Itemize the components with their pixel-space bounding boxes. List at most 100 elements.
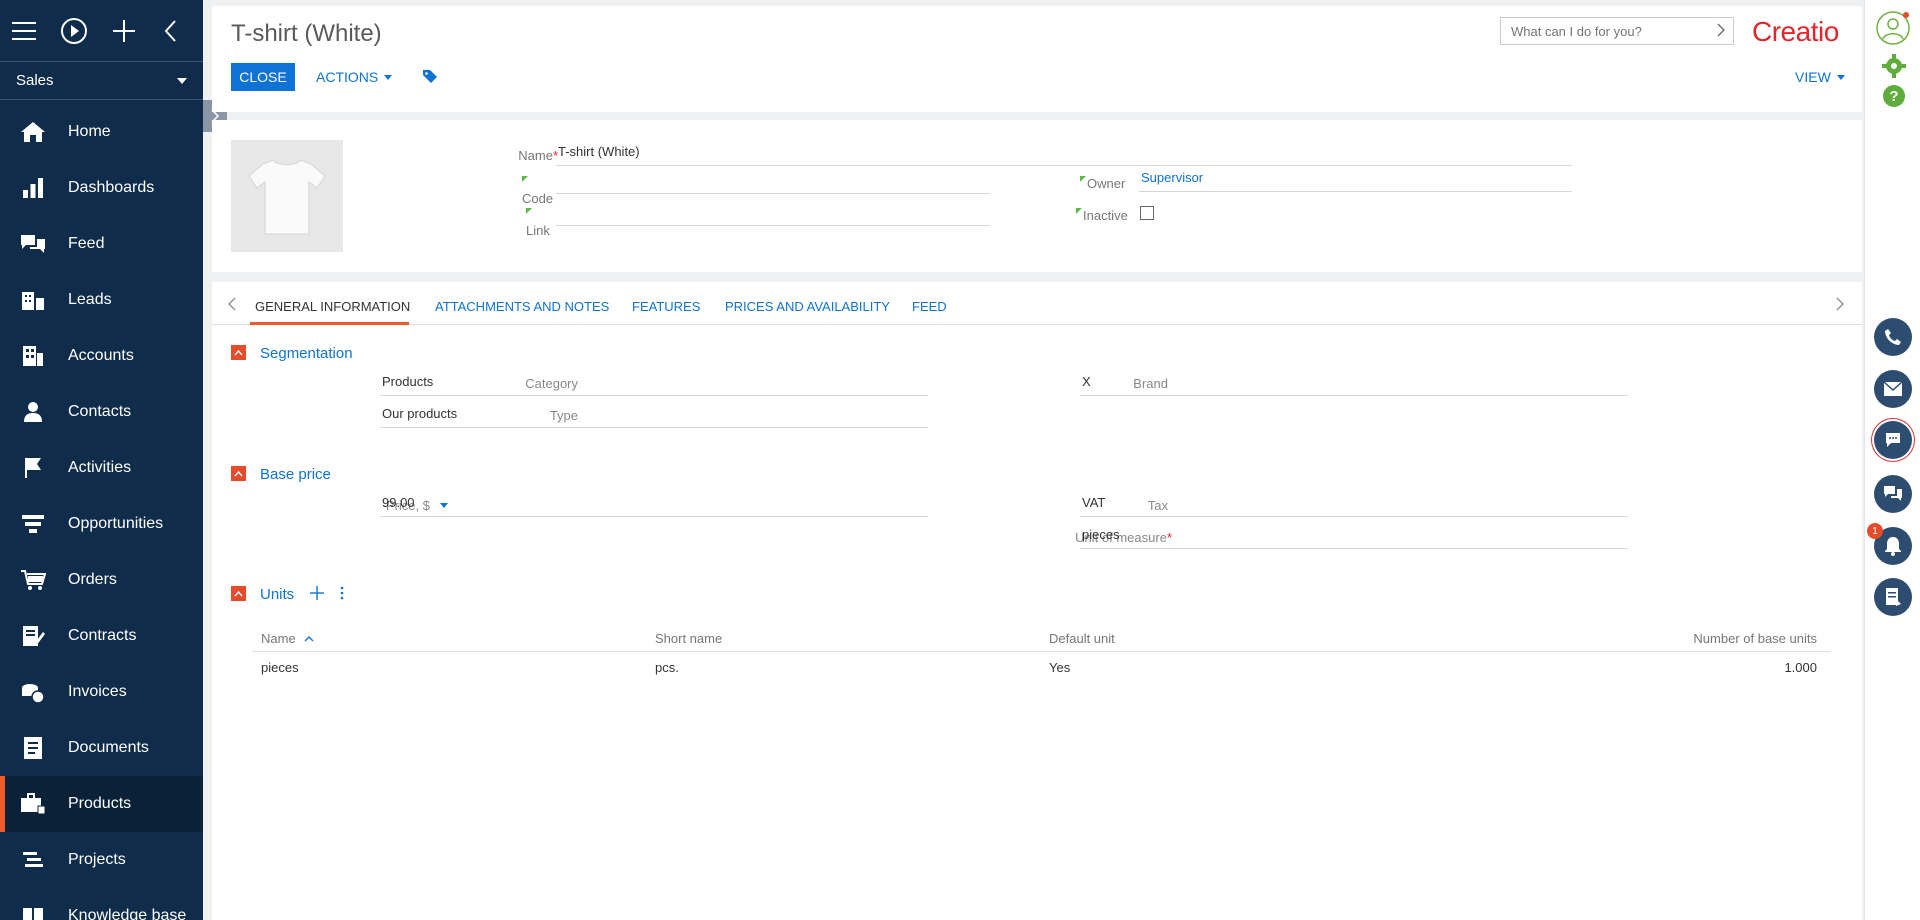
- nav-label-products: Products: [68, 795, 132, 812]
- units-more-button[interactable]: [340, 586, 344, 603]
- nav-item-documents[interactable]: Documents: [0, 720, 203, 776]
- tab-prices-and-availability[interactable]: PRICES AND AVAILABILITY: [725, 299, 890, 314]
- knowledge-base-icon: [20, 903, 46, 920]
- chevron-up-icon: [234, 349, 243, 355]
- email-button[interactable]: [1874, 370, 1912, 408]
- table-header-divider: [252, 651, 1830, 652]
- base-price-group-title[interactable]: Base price: [260, 466, 331, 483]
- tshirt-icon: [248, 159, 326, 235]
- link-field-label: Link: [468, 208, 554, 238]
- documents-icon: [20, 735, 46, 761]
- nav-label-knowledge-base: Knowledge base: [68, 907, 187, 920]
- nav-item-projects[interactable]: Projects: [0, 832, 203, 888]
- dashboards-icon: [20, 175, 46, 201]
- link-field[interactable]: [556, 202, 990, 226]
- chevron-left-icon[interactable]: [228, 297, 236, 314]
- column-header-name[interactable]: Name: [261, 631, 314, 646]
- chevron-right-icon[interactable]: [1836, 297, 1844, 314]
- nav-item-dashboards[interactable]: Dashboards: [0, 160, 203, 216]
- code-field[interactable]: [556, 170, 990, 194]
- nav-label-feed: Feed: [68, 235, 105, 252]
- activities-flag-icon: [20, 455, 46, 481]
- creatio-logo: Creatio: [1752, 16, 1839, 47]
- tab-general-information[interactable]: GENERAL INFORMATION: [255, 299, 410, 314]
- nav-label-documents: Documents: [68, 739, 149, 756]
- tab-feed[interactable]: FEED: [912, 299, 947, 314]
- brand-field[interactable]: X: [1080, 372, 1628, 396]
- view-label: VIEW: [1795, 69, 1831, 85]
- tab-features[interactable]: FEATURES: [632, 299, 700, 314]
- system-designer-button[interactable]: [1882, 54, 1906, 81]
- command-search-box[interactable]: [1500, 17, 1734, 45]
- chevron-down-icon: [1836, 74, 1845, 80]
- column-header-default-unit[interactable]: Default unit: [1049, 631, 1115, 646]
- units-collapse-toggle[interactable]: [231, 586, 246, 601]
- actions-button[interactable]: ACTIONS: [316, 69, 393, 85]
- menu-icon[interactable]: [12, 17, 36, 45]
- command-search-input[interactable]: [1511, 23, 1711, 39]
- price-field[interactable]: 99.00: [380, 493, 928, 517]
- nav-label-opportunities: Opportunities: [68, 515, 164, 532]
- accounts-icon: [20, 343, 46, 369]
- unit-of-measure-field[interactable]: pieces: [1080, 525, 1628, 549]
- help-button[interactable]: ?: [1882, 84, 1906, 111]
- nav-label-contracts: Contracts: [68, 627, 137, 644]
- actions-label: ACTIONS: [316, 69, 379, 85]
- nav-item-contacts[interactable]: Contacts: [0, 384, 203, 440]
- nav-label-contacts: Contacts: [68, 403, 132, 420]
- category-field[interactable]: Products: [380, 372, 928, 396]
- page-header: T-shirt (White) CLOSE ACTIONS Creatio VI…: [212, 6, 1862, 112]
- phone-icon: [1885, 329, 1901, 345]
- chevron-right-icon[interactable]: [1717, 23, 1725, 40]
- nav-item-knowledge-base[interactable]: Knowledge base: [0, 888, 203, 920]
- process-log-button[interactable]: [1874, 578, 1912, 616]
- feed-button[interactable]: [1874, 475, 1912, 513]
- nav-item-invoices[interactable]: Invoices: [0, 664, 203, 720]
- view-button[interactable]: VIEW: [1795, 69, 1845, 85]
- contracts-icon: [20, 623, 46, 649]
- active-tab-indicator: [250, 322, 409, 325]
- feed-icon: [1884, 486, 1902, 501]
- tab-attachments-and-notes[interactable]: ATTACHMENTS AND NOTES: [435, 299, 609, 314]
- process-play-icon[interactable]: [60, 17, 88, 45]
- nav-item-orders[interactable]: Orders: [0, 552, 203, 608]
- add-unit-button[interactable]: [310, 586, 324, 603]
- units-group-title[interactable]: Units: [260, 586, 294, 603]
- nav-item-activities[interactable]: Activities: [0, 440, 203, 496]
- sidebar: Sales Home Dashboards Feed Leads Account…: [0, 0, 203, 920]
- nav-item-opportunities[interactable]: Opportunities: [0, 496, 203, 552]
- name-field[interactable]: T-shirt (White): [556, 142, 1572, 166]
- owner-field[interactable]: Supervisor: [1139, 168, 1572, 192]
- segmentation-group-title[interactable]: Segmentation: [260, 345, 353, 362]
- cell-default-unit: Yes: [1049, 660, 1071, 675]
- user-profile-avatar[interactable]: [1875, 10, 1911, 49]
- nav-item-feed[interactable]: Feed: [0, 216, 203, 272]
- inactive-checkbox[interactable]: [1140, 206, 1154, 220]
- close-button[interactable]: CLOSE: [231, 63, 295, 91]
- segmentation-collapse-toggle[interactable]: [231, 345, 246, 360]
- nav-label-projects: Projects: [68, 851, 126, 868]
- tax-field[interactable]: VAT: [1080, 493, 1628, 517]
- chat-icon: [1886, 433, 1900, 447]
- nav-item-contracts[interactable]: Contracts: [0, 608, 203, 664]
- page-title: T-shirt (White): [231, 20, 382, 47]
- product-image[interactable]: [231, 140, 343, 252]
- column-header-number-of-base-units[interactable]: Number of base units: [1612, 631, 1817, 646]
- nav-item-accounts[interactable]: Accounts: [0, 328, 203, 384]
- chat-button[interactable]: [1874, 421, 1912, 459]
- tag-icon[interactable]: [422, 69, 438, 86]
- name-field-label: Name*: [518, 148, 558, 163]
- workspace-selector[interactable]: Sales: [0, 62, 203, 100]
- nav-label-activities: Activities: [68, 459, 132, 476]
- type-field[interactable]: Our products: [380, 404, 928, 428]
- phone-button[interactable]: [1874, 318, 1912, 356]
- notification-count-badge: 1: [1867, 523, 1883, 539]
- base-price-collapse-toggle[interactable]: [231, 466, 246, 481]
- collapse-sidebar-icon[interactable]: [160, 17, 179, 45]
- nav-label-orders: Orders: [68, 571, 117, 588]
- nav-item-home[interactable]: Home: [0, 104, 203, 160]
- nav-item-leads[interactable]: Leads: [0, 272, 203, 328]
- nav-item-products[interactable]: Products: [0, 776, 203, 832]
- add-icon[interactable]: [112, 17, 136, 45]
- column-header-short-name[interactable]: Short name: [655, 631, 722, 646]
